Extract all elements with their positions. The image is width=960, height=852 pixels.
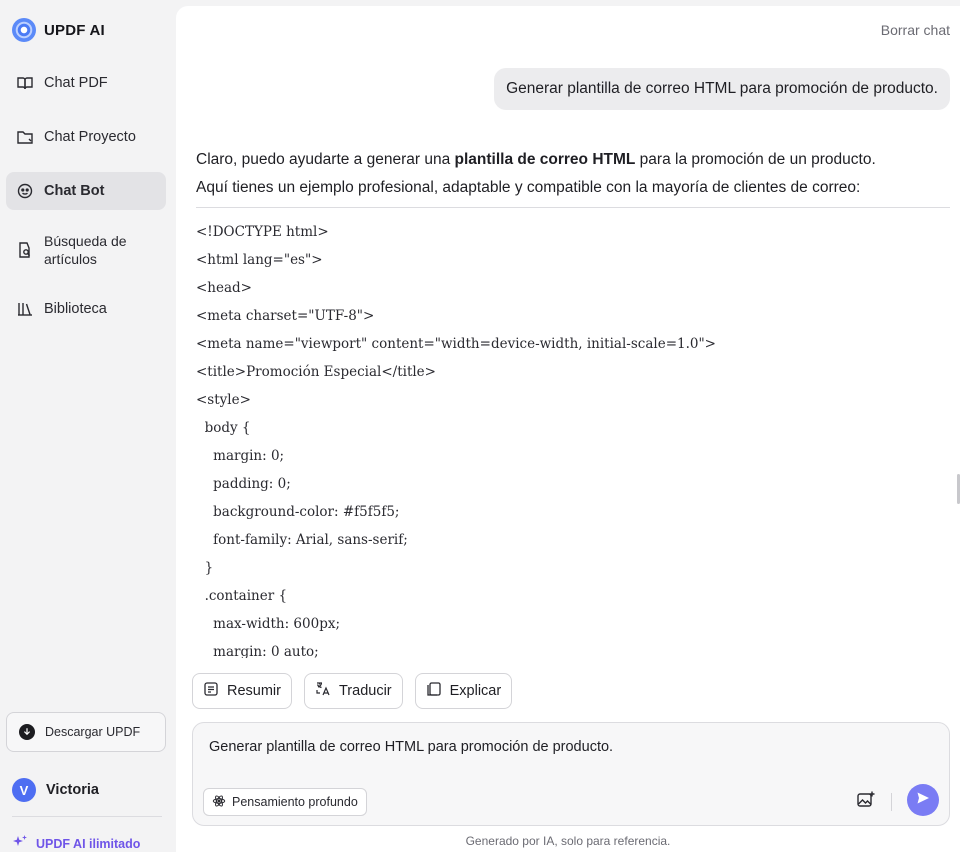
explain-icon <box>426 681 442 701</box>
deep-thinking-label: Pensamiento profundo <box>232 795 358 809</box>
translate-icon <box>315 681 331 701</box>
deep-thinking-toggle[interactable]: Pensamiento profundo <box>203 788 367 816</box>
code-line: background-color: #f5f5f5; <box>196 504 400 520</box>
explain-button[interactable]: Explicar <box>414 673 513 709</box>
image-add-icon <box>856 790 876 815</box>
sidebar-item-biblioteca[interactable]: Biblioteca <box>6 290 166 328</box>
download-label: Descargar UPDF <box>45 725 141 739</box>
quick-actions: Resumir Traducir Explicar <box>192 673 513 709</box>
summarize-button[interactable]: Resumir <box>192 673 292 709</box>
code-line: <head> <box>196 280 252 296</box>
bot-icon <box>16 182 34 200</box>
footer-note: Generado por IA, solo para referencia. <box>465 834 671 848</box>
translate-label: Traducir <box>338 683 392 699</box>
updf-logo-icon <box>12 18 36 42</box>
sparkle-icon <box>12 834 28 852</box>
sidebar-item-label: Búsqueda de artículos <box>44 233 127 267</box>
user-message: Generar plantilla de correo HTML para pr… <box>494 68 950 110</box>
answer-bold: plantilla de correo HTML <box>454 151 636 168</box>
book-open-icon <box>16 74 34 92</box>
sidebar-divider <box>12 816 162 817</box>
upgrade-label: UPDF AI ilimitado <box>36 836 141 851</box>
sidebar-nav: Chat PDF Chat Proyecto Chat Bot Búsqueda… <box>6 64 166 344</box>
answer-line-1: Claro, puedo ayudarte a generar una plan… <box>196 151 876 168</box>
code-line: body { <box>196 420 251 436</box>
code-line: <meta name="viewport" content="width=dev… <box>196 336 716 352</box>
sidebar-item-label: Chat Bot <box>44 183 105 199</box>
sidebar-item-label: Chat Proyecto <box>44 129 136 145</box>
code-line: margin: 0 auto; <box>196 644 319 658</box>
code-line: margin: 0; <box>196 448 285 464</box>
avatar: V <box>12 778 36 802</box>
user-profile[interactable]: V Victoria <box>12 778 99 802</box>
code-line: .container { <box>196 588 288 604</box>
code-line: <title>Promoción Especial</title> <box>196 364 436 380</box>
assistant-answer: Claro, puedo ayudarte a generar una plan… <box>196 146 950 202</box>
sidebar-item-label: Biblioteca <box>44 301 107 317</box>
library-icon <box>16 300 34 318</box>
sidebar-item-chat-bot[interactable]: Chat Bot <box>6 172 166 210</box>
composer-divider <box>891 793 892 811</box>
chat-panel: Borrar chat Generar plantilla de correo … <box>176 6 960 852</box>
sidebar-item-chat-pdf[interactable]: Chat PDF <box>6 64 166 102</box>
upgrade-link[interactable]: UPDF AI ilimitado <box>12 834 140 852</box>
atom-icon <box>212 794 226 811</box>
answer-divider <box>196 207 950 208</box>
code-line: <style> <box>196 392 251 408</box>
summarize-label: Resumir <box>227 683 281 699</box>
translate-button[interactable]: Traducir <box>303 673 403 709</box>
code-line: <html lang="es"> <box>196 252 323 268</box>
code-line: font-family: Arial, sans-serif; <box>196 532 408 548</box>
code-line: } <box>196 560 214 576</box>
clear-chat-button[interactable]: Borrar chat <box>881 22 950 38</box>
answer-line-2: Aquí tienes un ejemplo profesional, adap… <box>196 179 861 196</box>
send-icon <box>915 790 931 811</box>
sidebar-item-busqueda-articulos[interactable]: Búsqueda de artículos <box>6 226 166 274</box>
code-line: <!DOCTYPE html> <box>196 224 329 240</box>
download-icon <box>19 724 35 740</box>
user-name: Victoria <box>46 782 99 798</box>
attach-image-button[interactable] <box>853 789 879 815</box>
explain-label: Explicar <box>449 683 502 699</box>
folder-icon <box>16 128 34 146</box>
message-input[interactable] <box>209 739 849 755</box>
sidebar-item-chat-proyecto[interactable]: Chat Proyecto <box>6 118 166 156</box>
document-search-icon <box>16 241 34 259</box>
code-block: <!DOCTYPE html> <html lang="es"> <head> … <box>196 218 950 658</box>
brand[interactable]: UPDF AI <box>12 18 105 42</box>
composer: Pensamiento profundo <box>192 722 950 826</box>
sidebar: UPDF AI Chat PDF Chat Proyecto Chat Bot … <box>0 0 172 852</box>
code-line: max-width: 600px; <box>196 616 340 632</box>
code-line: <meta charset="UTF-8"> <box>196 308 375 324</box>
download-updf-button[interactable]: Descargar UPDF <box>6 712 166 752</box>
brand-name: UPDF AI <box>44 21 105 39</box>
code-line: padding: 0; <box>196 476 291 492</box>
sidebar-item-label: Chat PDF <box>44 75 108 91</box>
send-button[interactable] <box>907 784 939 816</box>
summarize-icon <box>203 681 219 701</box>
